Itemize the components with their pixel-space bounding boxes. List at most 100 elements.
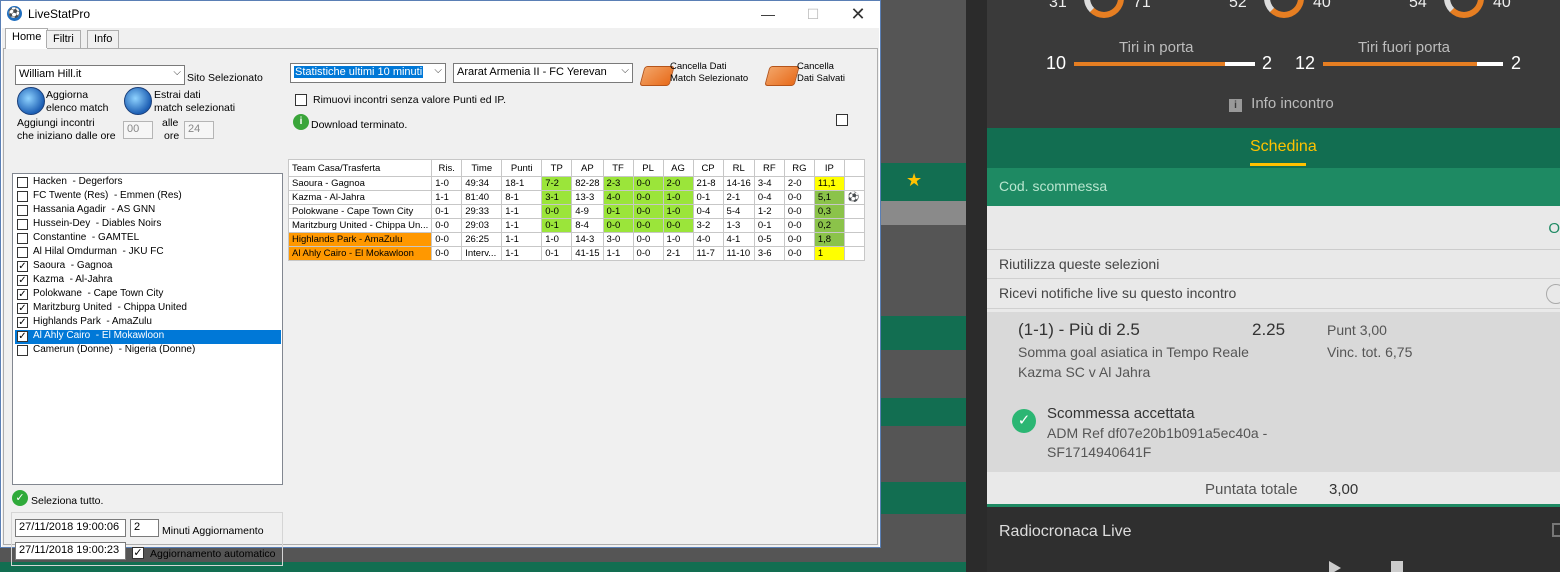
match-checkbox[interactable]: ✓ [17,303,28,314]
remove-no-value-checkbox[interactable] [295,94,307,106]
match-list-item[interactable]: ✓ Kazma - Al-Jahra [15,274,281,288]
match-list-item[interactable]: ✓ Highlands Park - AmaZulu [15,316,281,330]
close-button[interactable]: ✕ [835,3,881,27]
match-list-item[interactable]: ✓ Saoura - Gagnoa [15,260,281,274]
stats-period-select[interactable]: Statistiche ultimi 10 minuti ⌵ [290,63,446,83]
grid-cell: 2-1 [662,246,694,261]
check-circle-icon[interactable] [1546,284,1560,304]
match-checkbox[interactable]: ✓ [17,331,28,342]
grid-row[interactable]: Al Ahly Cairo - El Mokawloon 0-0 Interv...… [287,246,865,261]
bookmaker-select[interactable]: William Hill.it ⌵ [15,65,185,85]
grid-header-cell[interactable]: Punti [501,159,543,177]
grid-header-cell[interactable]: RL [722,159,755,177]
volume-icon[interactable] [1391,561,1403,572]
grid-header-cell[interactable]: PL [632,159,664,177]
grid-header-cell[interactable]: RF [753,159,785,177]
select-all-check-icon[interactable]: ✓ [12,490,28,506]
extract-data-button-line1[interactable]: Estrai dati [154,89,201,101]
grid-header-cell[interactable] [843,159,865,177]
shots-on-target-away: 2 [1262,53,1273,73]
grid-row[interactable]: Kazma - Al-Jahra 1-1 81:40 8-1 3-1 13-3 4-0 0-0… [287,190,865,205]
match-list-item[interactable]: Hacken - Degerfors [15,176,281,190]
grid-header-cell[interactable]: TF [602,159,634,177]
info-incontro-link[interactable]: i Info incontro [1229,95,1334,112]
grid-cell: 1-1 [602,246,634,261]
match-checkbox[interactable] [17,219,28,230]
from-hour-input[interactable]: 00 [123,121,153,139]
match-list-item[interactable]: ✓ Maritzburg United - Chippa United [15,302,281,316]
timestamp-field-2[interactable]: 27/11/2018 19:00:23 [15,542,126,560]
grid-header-cell[interactable]: CP [692,159,724,177]
grid-cell: 3-0 [602,232,634,247]
match-list[interactable]: Hacken - Degerfors FC Twente (Res) - Emme… [12,173,283,485]
match-checkbox[interactable] [17,205,28,216]
update-list-button-line1[interactable]: Aggiorna [46,89,88,101]
grid-cell: 18-1 [501,176,543,191]
tab-home[interactable]: Home [5,28,49,49]
title-bar[interactable]: ⚽ LiveStatPro — ☐ ✕ [1,1,880,28]
match-list-item[interactable]: ✓ Polokwane - Cape Town City [15,288,281,302]
shots-on-target-bar [1074,62,1255,66]
minutes-input[interactable]: 2 [130,519,159,537]
grid-row[interactable]: Polokwane - Cape Town City 0-1 29:33 1-1 0-0… [287,204,865,219]
clear-match-data-button[interactable]: Cancella Dati Match Selezionato [670,61,748,85]
extra-option-checkbox[interactable] [836,114,848,126]
match-checkbox[interactable] [17,247,28,258]
grid-cell: 0-0 [431,232,463,247]
match-checkbox[interactable]: ✓ [17,289,28,300]
bet-slip-top-label[interactable]: O [1548,220,1560,237]
match-checkbox[interactable] [17,233,28,244]
grid-header-cell[interactable]: AP [571,159,604,177]
grid-header-cell[interactable]: TP [541,159,573,177]
match-checkbox[interactable]: ✓ [17,275,28,286]
match-checkbox[interactable] [17,191,28,202]
notify-live-row[interactable]: Ricevi notifiche live su questo incontro [987,279,1560,309]
match-list-item[interactable]: Camerun (Donne) - Nigeria (Donne) [15,344,281,358]
maximize-button[interactable]: ☐ [790,3,836,27]
tab-info[interactable]: Info [87,30,120,48]
match-checkbox[interactable]: ✓ [17,261,28,272]
grid-row[interactable]: Saoura - Gagnoa 1-0 49:34 18-1 7-2 82-28 2-3 0-… [287,176,865,191]
match-checkbox[interactable]: ✓ [17,317,28,328]
grid-header-cell[interactable]: AG [662,159,694,177]
auto-update-checkbox[interactable]: ✓ [132,547,144,559]
match-list-item[interactable]: Hussein-Dey - Diables Noirs [15,218,281,232]
match-list-item[interactable]: Al Hilal Omdurman - JKU FC [15,246,281,260]
grid-header-cell[interactable]: Time [461,159,503,177]
stats-grid[interactable]: Team Casa/Trasferta Ris. Time Punti TP AP TF PL… [287,159,865,261]
grid-header-cell[interactable]: RG [783,159,815,177]
shots-on-target-home: 10 [1046,53,1067,73]
minimize-button[interactable]: — [745,3,791,27]
match-checkbox[interactable] [17,345,28,356]
bet-code-bar[interactable]: Cod. scommessa [987,168,1560,206]
grid-header-cell[interactable]: IP [813,159,845,177]
match-select[interactable]: Ararat Armenia II - FC Yerevan ⌵ [453,63,633,83]
extract-data-button-line2[interactable]: match selezionati [154,102,235,114]
grid-header-cell[interactable]: Team Casa/Trasferta [287,159,433,177]
match-list-item[interactable]: ✓ Al Ahly Cairo - El Mokawloon [15,330,281,344]
timestamp-field-1[interactable]: 27/11/2018 19:00:06 [15,519,126,537]
play-icon[interactable] [1329,561,1341,572]
grid-row[interactable]: Highlands Park - AmaZulu 0-0 26:25 1-1 1-0 14… [287,232,865,247]
extract-data-globe-icon[interactable] [124,87,152,115]
to-hour-input[interactable]: 24 [184,121,214,139]
ball-icon: ⚽ [843,190,865,205]
match-list-item[interactable]: FC Twente (Res) - Emmen (Res) [15,190,281,204]
grid-header-cell[interactable]: Ris. [431,159,463,177]
tab-schedina[interactable]: Schedina [1250,138,1317,156]
select-all-link[interactable]: Seleziona tutto. [31,495,103,507]
stat-donut-value: 54 [1409,0,1427,11]
live-commentary-bar[interactable]: Radiocronaca Live [987,504,1560,572]
clear-saved-data-button[interactable]: Cancella Dati Salvati [797,61,845,85]
grid-cell: 4-0 [692,232,724,247]
update-list-button-line2[interactable]: elenco match [46,102,108,114]
tab-filtri[interactable]: Filtri [46,30,81,48]
eraser-icon[interactable] [764,66,800,86]
match-list-item[interactable]: Constantine - GAMTEL [15,232,281,246]
match-checkbox[interactable] [17,177,28,188]
update-list-globe-icon[interactable] [17,87,45,115]
star-icon[interactable]: ★ [906,170,922,191]
reuse-selections-row[interactable]: Riutilizza queste selezioni [987,250,1560,279]
match-list-item[interactable]: Hassania Agadir - AS GNN [15,204,281,218]
grid-row[interactable]: Maritzburg United - Chippa Un... 0-0 29:03… [287,218,865,233]
